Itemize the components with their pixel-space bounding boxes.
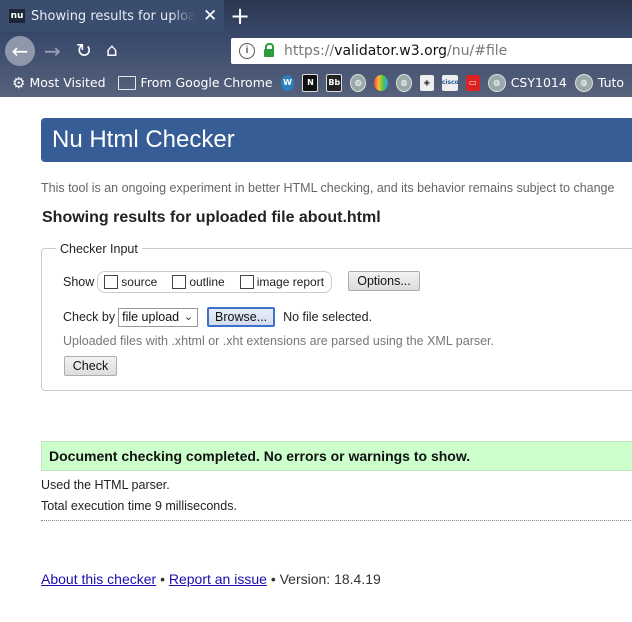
checker-input-fieldset: Checker Input Show source outline image … xyxy=(41,242,632,391)
page-header: Nu Html Checker xyxy=(41,118,632,162)
footer-separator: • xyxy=(160,571,165,587)
page-title: Nu Html Checker xyxy=(52,126,235,153)
version-text: Version: 18.4.19 xyxy=(279,571,381,587)
tab-bar: nu Showing results for uploaded file abo… xyxy=(0,0,632,32)
execution-time: Total execution time 9 milliseconds. xyxy=(41,499,237,513)
browse-button[interactable]: Browse... xyxy=(207,307,276,327)
forward-button-icon[interactable]: → xyxy=(44,36,61,66)
bookmark-tuto[interactable]: ◍ Tuto xyxy=(574,73,625,92)
url-domain: validator.w3.org xyxy=(334,43,448,59)
red-icon[interactable]: ▭ xyxy=(465,74,480,91)
folder-icon xyxy=(117,75,136,90)
check-button[interactable]: Check xyxy=(64,356,117,376)
intro-text: This tool is an ongoing experiment in be… xyxy=(41,181,615,195)
navigation-bar: ← → ↻ ⌂ i https://validator.w3.org/nu/#f… xyxy=(0,32,632,70)
source-checkbox[interactable] xyxy=(104,275,119,289)
globe-icon: ◍ xyxy=(487,73,506,92)
footer: About this checker • Report an issue • V… xyxy=(41,571,381,587)
check-by-label: Check by xyxy=(63,310,116,324)
no-file-selected-text: No file selected. xyxy=(283,310,373,324)
image-report-checkbox[interactable] xyxy=(239,275,254,289)
check-by-select[interactable]: file upload ⌄ xyxy=(118,307,199,327)
xml-parser-note: Uploaded files with .xhtml or .xht exten… xyxy=(63,334,495,348)
home-icon[interactable]: ⌂ xyxy=(106,36,117,66)
lock-icon[interactable] xyxy=(264,43,274,57)
bookmark-label: Most Visited xyxy=(29,75,106,90)
globe-icon: ◍ xyxy=(574,73,593,92)
bookmark-label: CSY1014 xyxy=(510,75,567,90)
footer-separator: • xyxy=(270,571,276,587)
bookmarks-bar: ⚙ Most Visited From Google Chrome W N Bb… xyxy=(0,70,632,95)
show-options-row: Show source outline image report xyxy=(63,271,333,293)
bookmark-from-google-chrome[interactable]: From Google Chrome xyxy=(114,75,273,90)
browser-tab[interactable]: nu Showing results for uploaded file abo… xyxy=(0,0,224,32)
url-scheme: https:// xyxy=(284,43,335,59)
bookmark-label: From Google Chrome xyxy=(140,75,273,90)
parser-info: Used the HTML parser. xyxy=(41,478,170,492)
url-text[interactable]: https://validator.w3.org/nu/#file xyxy=(284,43,507,59)
url-path: /nu/#file xyxy=(447,43,508,59)
browser-chrome: nu Showing results for uploaded file abo… xyxy=(0,0,632,97)
checker-input-legend: Checker Input xyxy=(56,242,142,256)
back-button-icon[interactable]: ← xyxy=(5,36,35,66)
bb-icon[interactable]: Bb xyxy=(326,73,343,92)
check-by-row: Check by file upload ⌄ Browse... No file… xyxy=(63,307,372,327)
bookmark-csy1014[interactable]: ◍ CSY1014 xyxy=(487,73,567,92)
cisco-icon[interactable]: cisco xyxy=(441,74,459,91)
rainbow-icon[interactable] xyxy=(374,74,389,91)
image-report-label[interactable]: image report xyxy=(257,275,324,289)
tab-favicon: nu xyxy=(9,9,25,23)
report-issue-link[interactable]: Report an issue xyxy=(169,571,267,587)
tab-title: Showing results for uploaded file about.… xyxy=(31,8,195,24)
success-message: Document checking completed. No errors o… xyxy=(41,441,632,471)
new-tab-icon[interactable]: + xyxy=(230,2,250,30)
check-by-value: file upload xyxy=(122,310,180,324)
globe-icon[interactable]: ◍ xyxy=(396,73,412,92)
options-button[interactable]: Options... xyxy=(348,271,420,291)
info-icon[interactable]: i xyxy=(239,43,255,59)
show-options-group: source outline image report xyxy=(97,271,333,293)
gear-icon: ⚙ xyxy=(12,73,26,92)
globe-icon[interactable]: ◍ xyxy=(350,73,367,92)
chevron-down-icon: ⌄ xyxy=(183,309,194,323)
wordpress-icon[interactable]: W xyxy=(280,74,295,91)
show-label: Show xyxy=(63,275,95,289)
n-icon[interactable]: N xyxy=(302,73,319,92)
outline-checkbox[interactable] xyxy=(172,275,187,289)
results-heading: Showing results for uploaded file about.… xyxy=(42,209,381,226)
about-link[interactable]: About this checker xyxy=(41,571,156,587)
address-bar[interactable]: i https://validator.w3.org/nu/#file xyxy=(231,38,632,64)
close-tab-icon[interactable]: ✕ xyxy=(203,6,217,26)
reload-icon[interactable]: ↻ xyxy=(76,36,92,66)
divider xyxy=(41,520,632,521)
bookmark-label: Tuto xyxy=(597,75,625,90)
bookmark-most-visited[interactable]: ⚙ Most Visited xyxy=(0,74,106,92)
diamond-icon[interactable]: ◈ xyxy=(419,74,434,91)
success-message-text: Document checking completed. No errors o… xyxy=(49,448,471,464)
outline-label[interactable]: outline xyxy=(189,275,224,289)
source-label[interactable]: source xyxy=(121,275,157,289)
